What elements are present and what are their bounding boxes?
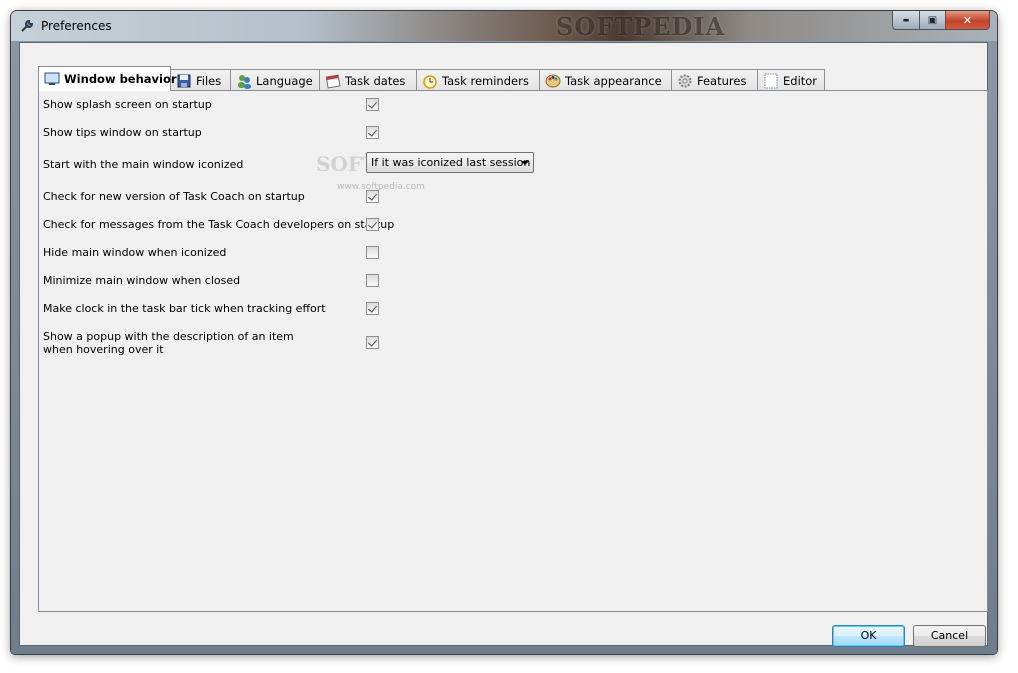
preferences-window: Preferences SOFTPEDIA ▬ ▣ ✕ Window behav… <box>11 11 997 654</box>
gear-icon <box>677 73 693 89</box>
check-new-version-checkbox[interactable] <box>366 190 379 203</box>
cancel-button[interactable]: Cancel <box>913 625 986 647</box>
maximize-button[interactable]: ▣ <box>920 11 946 30</box>
dropdown-value: If it was iconized last session <box>371 156 531 169</box>
tab-editor[interactable]: Editor <box>757 69 825 91</box>
tab-label: Editor <box>783 73 818 88</box>
calendar-icon <box>325 73 341 89</box>
tab-window-behavior[interactable]: Window behavior <box>38 66 177 91</box>
alarm-clock-icon <box>422 73 438 89</box>
setting-label: Minimize main window when closed <box>43 274 241 287</box>
tab-features[interactable]: Features <box>671 69 758 91</box>
minimize-when-closed-checkbox[interactable] <box>366 274 379 287</box>
title-bar[interactable]: Preferences SOFTPEDIA ▬ ▣ ✕ <box>11 11 997 41</box>
tips-window-checkbox[interactable] <box>366 126 379 139</box>
minimize-icon: ▬ <box>902 16 910 24</box>
floppy-disk-icon <box>176 73 192 89</box>
splash-screen-checkbox[interactable] <box>366 98 379 111</box>
tab-label: Features <box>697 73 747 88</box>
tab-label: Task reminders <box>442 73 529 88</box>
clock-tick-checkbox[interactable] <box>366 302 379 315</box>
tab-label: Language <box>256 73 313 88</box>
setting-label: Make clock in the task bar tick when tra… <box>43 302 326 315</box>
document-icon <box>763 73 779 89</box>
monitor-icon <box>44 71 60 87</box>
hover-popup-checkbox[interactable] <box>366 336 379 349</box>
tab-label: Task appearance <box>565 73 662 88</box>
tab-label: Window behavior <box>64 72 177 86</box>
minimize-button[interactable]: ▬ <box>892 11 920 30</box>
setting-label: Hide main window when iconized <box>43 246 227 259</box>
window-behavior-panel: SOFT www.softpedia.com Show splash scree… <box>38 90 988 612</box>
tab-bar: Window behavior Files Language Task date… <box>38 66 825 91</box>
close-button[interactable]: ✕ <box>946 11 990 30</box>
setting-label: Show splash screen on startup <box>43 98 212 111</box>
hide-when-iconized-checkbox[interactable] <box>366 246 379 259</box>
softpedia-watermark: SOFTPEDIA <box>556 12 726 41</box>
chevron-down-icon <box>521 161 529 165</box>
dialog-client-area: Window behavior Files Language Task date… <box>19 42 988 647</box>
tab-label: Task dates <box>345 73 406 88</box>
tab-task-appearance[interactable]: Task appearance <box>539 69 672 91</box>
setting-label: Check for messages from the Task Coach d… <box>43 218 395 231</box>
tab-language[interactable]: Language <box>230 69 320 91</box>
close-icon: ✕ <box>962 13 973 27</box>
palette-icon <box>545 73 561 89</box>
setting-label: Show tips window on startup <box>43 126 202 139</box>
tab-label: Files <box>196 73 222 88</box>
setting-label: Check for new version of Task Coach on s… <box>43 190 305 203</box>
window-title: Preferences <box>41 19 112 33</box>
developer-messages-checkbox[interactable] <box>366 218 379 231</box>
setting-label: when hovering over it <box>43 343 164 356</box>
maximize-icon: ▣ <box>927 14 938 26</box>
tab-task-reminders[interactable]: Task reminders <box>416 69 540 91</box>
iconized-start-dropdown[interactable]: If it was iconized last session <box>366 152 534 173</box>
wrench-icon <box>19 18 35 34</box>
tab-task-dates[interactable]: Task dates <box>319 69 417 91</box>
ok-button[interactable]: OK <box>832 625 905 647</box>
people-icon <box>236 73 252 89</box>
setting-label: Show a popup with the description of an … <box>43 330 294 343</box>
panel-watermark-url: www.softpedia.com <box>337 182 425 192</box>
tab-files[interactable]: Files <box>170 69 231 91</box>
setting-label: Start with the main window iconized <box>43 158 244 171</box>
